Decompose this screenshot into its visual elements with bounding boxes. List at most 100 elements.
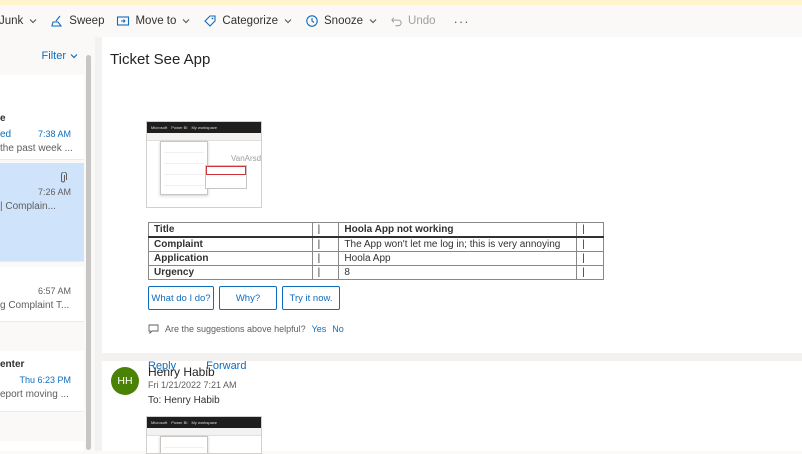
table-cell: | xyxy=(576,265,604,280)
tag-icon xyxy=(204,15,216,27)
list-item-time: Thu 6:23 PM xyxy=(19,375,71,385)
table-cell: Complaint xyxy=(148,236,313,252)
feedback-question: Are the suggestions above helpful? xyxy=(165,324,306,334)
table-row: Application | Hoola App | xyxy=(148,251,604,266)
pane-divider xyxy=(95,37,102,451)
sweep-button[interactable]: Sweep xyxy=(50,14,104,28)
table-cell: | xyxy=(576,236,604,252)
filter-label: Filter xyxy=(41,50,66,62)
thumbnail-ribbon xyxy=(147,133,261,141)
thumbnail-brand: Microsoft xyxy=(151,420,168,425)
table-cell: | xyxy=(576,222,604,238)
list-item[interactable] xyxy=(0,441,84,451)
list-header: Filter xyxy=(0,37,95,75)
thumbnail-workspace: My workspace xyxy=(191,125,218,130)
move-to-button[interactable]: Move to xyxy=(116,14,191,28)
list-item-time: 6:57 AM xyxy=(37,286,71,296)
table-cell: Title xyxy=(148,222,313,238)
table-cell: | xyxy=(311,265,340,280)
screenshot-thumbnail[interactable]: Microsoft Power BI My workspace xyxy=(146,416,262,454)
list-item-subject: g Complaint T... xyxy=(0,300,70,311)
table-cell: Application xyxy=(148,251,313,266)
list-item-subject: | Complain... xyxy=(0,201,56,212)
list-item-sender: enter xyxy=(0,359,25,370)
thumbnail-ribbon xyxy=(147,428,261,436)
junk-button[interactable]: Junk xyxy=(0,15,38,27)
email-subject: Ticket See App xyxy=(110,51,211,68)
chevron-down-icon[interactable] xyxy=(181,16,191,26)
feedback-no-link[interactable]: No xyxy=(332,324,344,334)
sweep-icon xyxy=(51,15,63,27)
thumbnail-header: Microsoft Power BI My workspace xyxy=(147,417,261,428)
table-cell: | xyxy=(311,222,340,238)
message-separator xyxy=(102,353,802,361)
folder-move-icon xyxy=(117,16,130,26)
list-item-sender: e xyxy=(0,113,6,124)
table-cell: | xyxy=(311,251,340,266)
thumbnail-brand: Microsoft xyxy=(151,125,168,130)
list-item-preview: eport moving ... xyxy=(0,389,69,400)
suggested-replies: What do I do? Why? Try it now. xyxy=(148,286,340,310)
list-item[interactable]: e ed 7:38 AM the past week ... xyxy=(0,75,84,160)
thumbnail-app: Power BI xyxy=(171,125,188,130)
table-cell: Urgency xyxy=(148,265,313,280)
chevron-down-icon[interactable] xyxy=(283,16,293,26)
thumbnail-app: Power BI xyxy=(171,420,188,425)
message-list: Filter e ed 7:38 AM the past week ... 7:… xyxy=(0,37,95,451)
thumbnail-menu xyxy=(160,436,208,453)
chevron-down-icon xyxy=(70,54,78,59)
list-item-time: 7:26 AM xyxy=(37,187,71,197)
table-cell: 8 xyxy=(338,265,578,280)
categorize-button[interactable]: Categorize xyxy=(203,14,293,28)
table-cell: The App won't let me log in; this is ver… xyxy=(338,236,578,252)
suggestion-what-do-i-do-button[interactable]: What do I do? xyxy=(148,286,214,310)
recipient-line: To: Henry Habib xyxy=(148,395,220,406)
list-item[interactable]: enter Thu 6:23 PM eport moving ... xyxy=(0,351,84,412)
attachment-icon xyxy=(61,172,67,183)
table-cell: | xyxy=(576,251,604,266)
table-cell: Hoola App xyxy=(338,251,578,266)
table-cell: Hoola App not working xyxy=(338,222,578,238)
to-label: To: xyxy=(148,395,162,406)
chevron-down-icon[interactable] xyxy=(28,16,38,26)
snooze-button[interactable]: Snooze xyxy=(305,14,378,28)
suggestion-try-it-now-button[interactable]: Try it now. xyxy=(282,286,340,310)
undo-button[interactable]: Undo xyxy=(390,15,436,28)
snooze-label: Snooze xyxy=(324,15,364,27)
thumbnail-workspace: My workspace xyxy=(191,420,218,425)
thumbnail-header: Microsoft Power BI My workspace xyxy=(147,122,261,133)
recipient-name[interactable]: Henry Habib xyxy=(164,395,220,406)
message-list-scrollbar[interactable] xyxy=(86,55,91,450)
reading-pane: Ticket See App Microsoft Power BI My wor… xyxy=(102,37,802,454)
list-item[interactable]: 6:57 AM g Complaint T... xyxy=(0,267,84,322)
avatar: HH xyxy=(111,367,139,395)
message-date: Fri 1/21/2022 7:21 AM xyxy=(148,380,237,390)
screenshot-thumbnail[interactable]: Microsoft Power BI My workspace VanArsde… xyxy=(146,121,262,208)
junk-label: Junk xyxy=(0,15,24,27)
suggestion-feedback: Are the suggestions above helpful? Yes N… xyxy=(148,324,344,334)
thumbnail-logo: VanArsdel xyxy=(231,154,262,163)
list-item-subject: ed xyxy=(0,129,12,140)
chevron-down-icon[interactable] xyxy=(368,16,378,26)
more-options-icon[interactable]: ··· xyxy=(454,14,470,29)
list-item-selected[interactable]: 7:26 AM | Complain... xyxy=(0,163,84,262)
table-row: Complaint | The App won't let me log in;… xyxy=(148,236,604,252)
message-card: Microsoft Power BI My workspace VanArsde… xyxy=(102,73,802,372)
categorize-label: Categorize xyxy=(222,15,279,27)
move-to-label: Move to xyxy=(135,15,177,27)
list-item-preview: the past week ... xyxy=(0,143,73,154)
undo-label: Undo xyxy=(408,15,436,27)
clock-icon xyxy=(306,15,318,27)
table-row: Urgency | 8 | xyxy=(148,265,604,280)
suggestion-why-button[interactable]: Why? xyxy=(219,286,277,310)
comment-icon xyxy=(148,324,159,334)
filter-button[interactable]: Filter xyxy=(42,50,79,62)
feedback-yes-link[interactable]: Yes xyxy=(312,324,327,334)
ticket-table: Title | Hoola App not working | Complain… xyxy=(148,222,604,280)
thumbnail-highlight xyxy=(206,166,246,175)
command-toolbar: Junk Sweep Move to Categorize Snooze Und… xyxy=(0,5,802,37)
sender-name[interactable]: Henry Habib xyxy=(148,365,215,379)
sweep-label: Sweep xyxy=(69,15,105,27)
thumbnail-menu xyxy=(160,141,208,197)
list-item-time: 7:38 AM xyxy=(37,129,71,139)
